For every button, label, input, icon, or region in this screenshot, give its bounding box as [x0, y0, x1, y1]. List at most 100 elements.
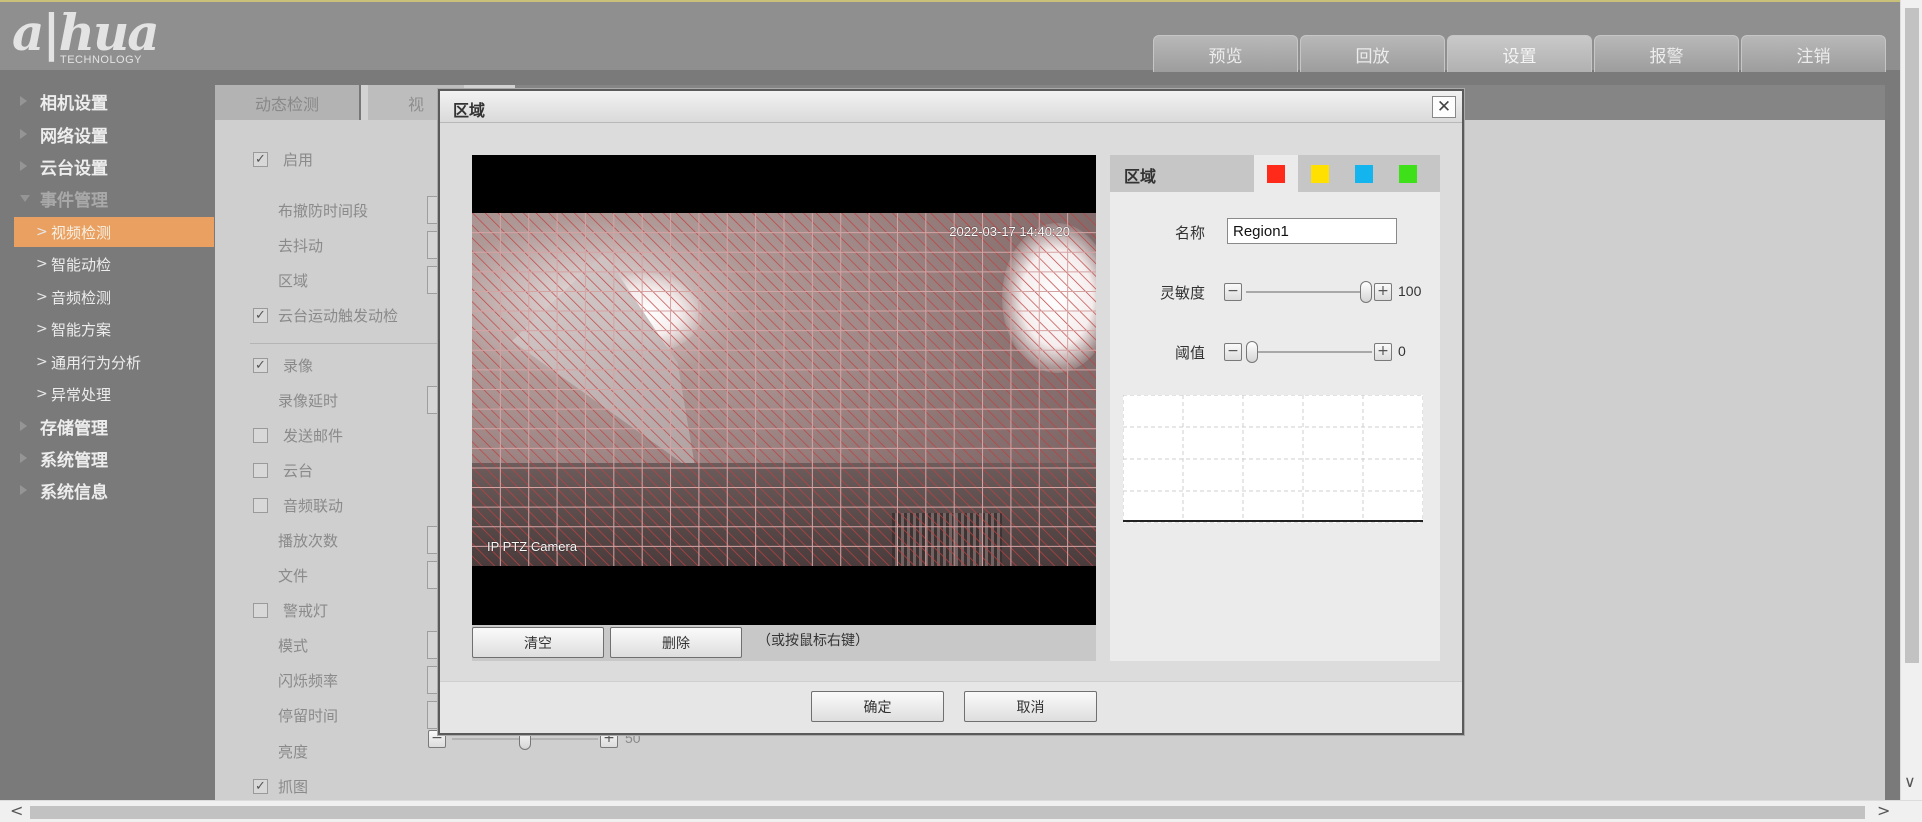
- red-swatch: [1267, 164, 1285, 183]
- camera-scene[interactable]: 2022-03-17 14:40:20 IP PTZ Camera: [472, 213, 1096, 566]
- warning-light-checkbox[interactable]: [253, 602, 268, 618]
- cyan-swatch: [1355, 164, 1373, 183]
- sensitivity-slider: − + 100: [1224, 280, 1421, 304]
- sidebar-subitem-smart-motion[interactable]: > 智能动检: [14, 249, 214, 279]
- close-icon[interactable]: ✕: [1432, 96, 1456, 118]
- clear-button[interactable]: 清空: [472, 627, 604, 658]
- sidebar-item-network[interactable]: 网络设置: [0, 120, 215, 148]
- snapshot-label: 抓图: [278, 777, 309, 796]
- snapshot-checkbox[interactable]: ✓: [253, 778, 268, 794]
- ok-button[interactable]: 确定: [811, 691, 944, 722]
- top-tab-settings[interactable]: 设置: [1447, 35, 1592, 72]
- audio-link-checkbox[interactable]: [253, 497, 268, 513]
- mode-select[interactable]: [427, 631, 437, 659]
- sensitivity-value: 100: [1398, 283, 1422, 299]
- sidebar-item-ptz[interactable]: 云台设置: [0, 152, 215, 180]
- send-email-checkbox[interactable]: [253, 427, 268, 443]
- region-name-input[interactable]: [1227, 218, 1397, 244]
- sidebar-subitem-label: 异常处理: [51, 385, 112, 404]
- color-swatch-cyan[interactable]: [1342, 155, 1386, 192]
- cancel-button[interactable]: 取消: [964, 691, 1097, 722]
- sidebar: 相机设置 网络设置 云台设置 事件管理 > 视频检测 > 智能动检 > 音频检测…: [0, 70, 215, 800]
- sidebar-subitem-audio-detect[interactable]: > 音频检测: [14, 282, 214, 312]
- top-tab-preview[interactable]: 预览: [1153, 35, 1298, 72]
- chevron-right-icon: >: [36, 386, 48, 402]
- threshold-label: 阈值: [1175, 344, 1206, 362]
- color-swatch-green[interactable]: [1386, 155, 1430, 192]
- flash-freq-select[interactable]: [427, 666, 437, 694]
- sidebar-subitem-exception[interactable]: > 异常处理: [14, 379, 214, 409]
- sidebar-subitem-label: 智能方案: [51, 320, 112, 339]
- record-checkbox[interactable]: ✓: [253, 357, 268, 373]
- collapsed-arrow-icon: [20, 161, 27, 171]
- sensitivity-minus-button[interactable]: −: [1224, 283, 1242, 301]
- vertical-scrollbar[interactable]: ∨: [1900, 0, 1922, 800]
- flash-freq-label: 闪烁频率: [278, 671, 339, 690]
- sidebar-subitem-smart-plan[interactable]: > 智能方案: [14, 314, 214, 344]
- sidebar-subitem-behavior-analysis[interactable]: > 通用行为分析: [14, 347, 214, 377]
- detection-grid[interactable]: [472, 213, 1096, 566]
- top-tab-alarm[interactable]: 报警: [1594, 35, 1739, 72]
- stay-time-input[interactable]: [427, 701, 437, 729]
- threshold-track[interactable]: [1246, 351, 1372, 353]
- ptz-checkbox[interactable]: [253, 462, 268, 478]
- dialog-title: 区域: [453, 101, 486, 120]
- collapsed-arrow-icon: [20, 421, 27, 431]
- chevron-right-icon: >: [36, 256, 48, 272]
- sensitivity-track[interactable]: [1246, 291, 1372, 293]
- schedule-button[interactable]: [427, 196, 437, 224]
- sidebar-item-storage[interactable]: 存储管理: [0, 412, 215, 440]
- enable-checkbox[interactable]: ✓: [253, 151, 268, 167]
- sidebar-subitem-label: 智能动检: [51, 255, 112, 274]
- dialog-title-bar[interactable]: 区域 ✕: [440, 91, 1462, 123]
- dialog-footer: 确定 取消: [440, 681, 1462, 733]
- send-email-label: 发送邮件: [283, 426, 344, 445]
- file-select[interactable]: [427, 561, 437, 589]
- sidebar-item-info[interactable]: 系统信息: [0, 476, 215, 504]
- osd-camera-label: IP PTZ Camera: [487, 539, 578, 554]
- scroll-down-icon[interactable]: ∨: [1904, 772, 1916, 791]
- top-tab-logout[interactable]: 注销: [1741, 35, 1886, 72]
- top-tab-playback[interactable]: 回放: [1300, 35, 1445, 72]
- horizontal-scroll-thumb[interactable]: [30, 806, 1865, 819]
- scroll-left-icon[interactable]: <: [10, 801, 23, 820]
- audio-link-label: 音频联动: [283, 496, 344, 515]
- tab-motion-detect[interactable]: 动态检测: [215, 85, 362, 120]
- vertical-scroll-thumb[interactable]: [1905, 8, 1919, 663]
- collapsed-arrow-icon: [20, 129, 27, 139]
- top-nav: 预览 回放 设置 报警 注销: [1153, 35, 1886, 72]
- chevron-right-icon: >: [36, 354, 48, 370]
- sidebar-subitem-label: 通用行为分析: [51, 353, 142, 372]
- sensitivity-plus-button[interactable]: +: [1374, 283, 1392, 301]
- sidebar-subitem-label: 音频检测: [51, 288, 112, 307]
- color-swatch-red[interactable]: [1254, 155, 1298, 192]
- sidebar-item-camera[interactable]: 相机设置: [0, 87, 215, 115]
- color-swatch-yellow[interactable]: [1298, 155, 1342, 192]
- sidebar-item-system[interactable]: 系统管理: [0, 444, 215, 472]
- file-label: 文件: [278, 566, 309, 585]
- threshold-slider: − + 0: [1224, 340, 1414, 364]
- enable-label: 启用: [283, 150, 314, 169]
- scroll-right-icon[interactable]: >: [1877, 801, 1890, 820]
- sensitivity-thumb[interactable]: [1360, 281, 1372, 303]
- threshold-minus-button[interactable]: −: [1224, 343, 1242, 361]
- ptz-label: 云台: [283, 461, 314, 480]
- debounce-input[interactable]: [427, 231, 437, 259]
- sidebar-subitem-label: 视频检测: [51, 223, 112, 242]
- chevron-right-icon: >: [36, 289, 48, 305]
- threshold-thumb[interactable]: [1246, 341, 1258, 363]
- horizontal-scrollbar[interactable]: < >: [0, 800, 1922, 822]
- sidebar-subitem-video-detect[interactable]: > 视频检测: [14, 217, 214, 247]
- stay-time-label: 停留时间: [278, 706, 339, 725]
- region-setup-button[interactable]: [427, 266, 437, 294]
- threshold-plus-button[interactable]: +: [1374, 343, 1392, 361]
- record-delay-label: 录像延时: [278, 391, 339, 410]
- play-count-input[interactable]: [427, 526, 437, 554]
- delete-button[interactable]: 删除: [610, 627, 742, 658]
- chevron-right-icon: >: [36, 321, 48, 337]
- ptz-trigger-checkbox[interactable]: ✓: [253, 307, 268, 323]
- record-delay-input[interactable]: [427, 386, 437, 414]
- right-click-hint: （或按鼠标右键）: [757, 633, 869, 649]
- panel-title: 区域: [1124, 167, 1157, 186]
- sidebar-item-event[interactable]: 事件管理: [0, 184, 215, 212]
